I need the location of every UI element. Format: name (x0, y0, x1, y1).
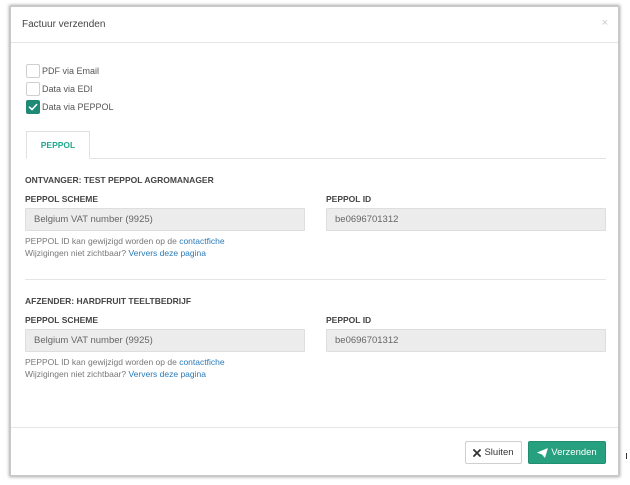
edge-mark (626, 453, 627, 459)
modal-footer-divider (11, 427, 618, 428)
receiver-id-label: PEPPOL ID (326, 194, 372, 204)
modal-header: Factuur verzenden × (11, 7, 618, 43)
option-data-edi[interactable]: Data via EDI (26, 82, 93, 96)
paper-plane-icon (537, 447, 549, 458)
receiver-scheme-field: Belgium VAT number (9925) (25, 208, 305, 231)
sender-help-text: PEPPOL ID kan gewijzigd worden op de con… (25, 356, 225, 380)
receiver-heading: ONTVANGER: TEST PEPPOL AGROMANAGER (25, 175, 214, 185)
contactfiche-link[interactable]: contactfiche (179, 236, 224, 246)
invoice-send-modal: Factuur verzenden × PDF via Email Data v… (10, 6, 619, 476)
modal-title: Factuur verzenden (22, 19, 106, 30)
sender-id-label: PEPPOL ID (326, 315, 372, 325)
checkbox-pdf-email[interactable] (26, 64, 40, 78)
sender-heading: AFZENDER: HARDFRUIT TEELTBEDRIJF (25, 296, 192, 306)
checkmark-icon (28, 103, 38, 111)
close-button-label: Sluiten (484, 447, 514, 458)
send-button[interactable]: Verzenden (528, 441, 606, 464)
help-text: Wijzigingen niet zichtbaar? (25, 369, 129, 379)
sender-scheme-label: PEPPOL SCHEME (25, 315, 99, 325)
checkbox-data-peppol[interactable] (26, 100, 40, 114)
sender-id-field: be0696701312 (326, 329, 606, 352)
help-text: PEPPOL ID kan gewijzigd worden op de (25, 236, 180, 246)
sender-scheme-field: Belgium VAT number (9925) (25, 329, 305, 352)
option-label: Data via EDI (42, 84, 93, 94)
option-data-peppol[interactable]: Data via PEPPOL (26, 100, 114, 114)
option-label: Data via PEPPOL (42, 102, 114, 112)
contactfiche-link[interactable]: contactfiche (179, 357, 224, 367)
receiver-scheme-label: PEPPOL SCHEME (25, 194, 99, 204)
section-divider (25, 279, 606, 280)
option-label: PDF via Email (42, 66, 100, 76)
refresh-page-link[interactable]: Ververs deze pagina (128, 369, 206, 379)
checkbox-data-edi[interactable] (26, 82, 40, 96)
close-icon[interactable]: × (602, 18, 608, 29)
receiver-help-text: PEPPOL ID kan gewijzigd worden op de con… (25, 235, 225, 259)
times-icon (473, 448, 482, 457)
receiver-id-field: be0696701312 (326, 208, 606, 231)
close-button[interactable]: Sluiten (465, 441, 522, 464)
refresh-page-link[interactable]: Ververs deze pagina (128, 248, 206, 258)
send-button-label: Verzenden (551, 447, 597, 458)
option-pdf-email[interactable]: PDF via Email (26, 64, 99, 78)
tab-bar-divider (26, 158, 606, 159)
tab-peppol[interactable]: PEPPOL (26, 131, 90, 159)
help-text: Wijzigingen niet zichtbaar? (25, 248, 129, 258)
help-text: PEPPOL ID kan gewijzigd worden op de (25, 357, 180, 367)
